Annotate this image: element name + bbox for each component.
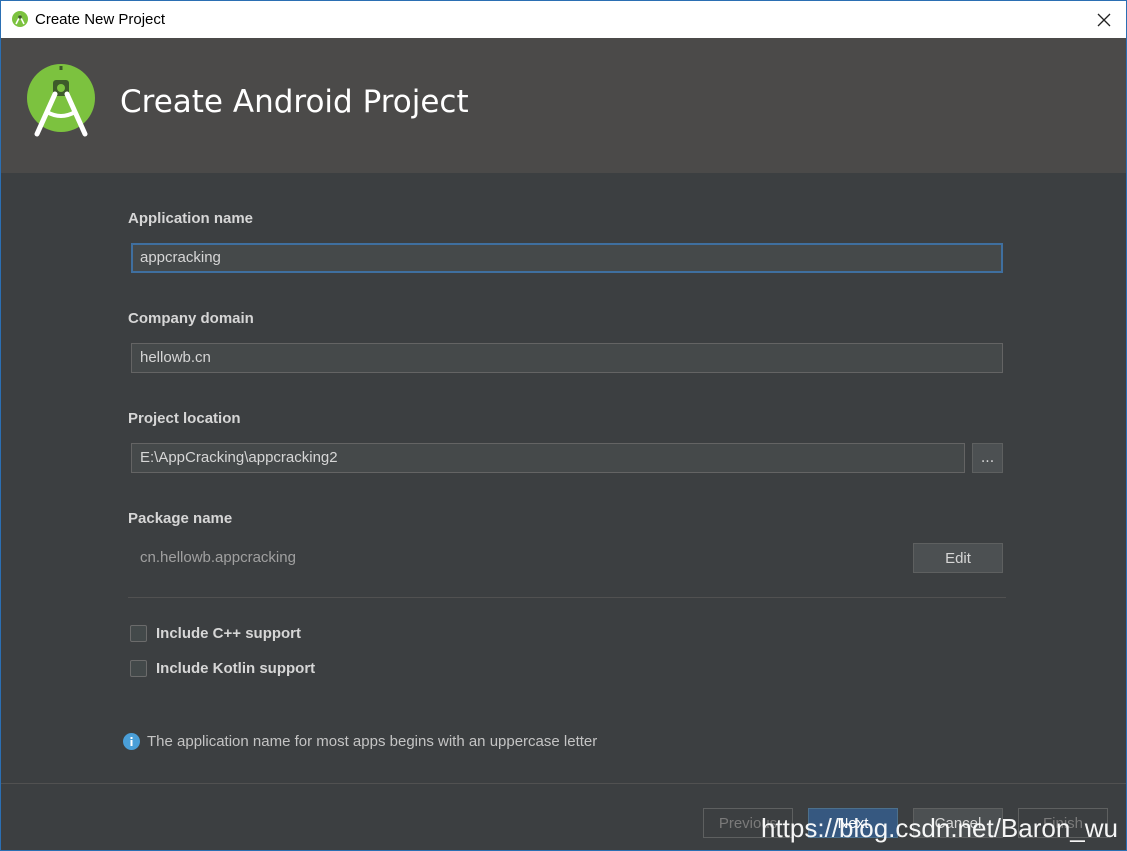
package-name-label: Package name xyxy=(128,510,233,527)
browse-button[interactable]: ... xyxy=(972,443,1003,473)
cancel-button[interactable]: Cancel xyxy=(913,808,1003,838)
form-area: Application name appcracking Company dom… xyxy=(1,173,1126,783)
cpp-support-checkbox[interactable] xyxy=(130,625,147,642)
page-title: Create Android Project xyxy=(120,84,469,120)
app-name-input[interactable]: appcracking xyxy=(131,243,1003,273)
button-bar: Previous Next Cancel Finish xyxy=(1,783,1126,850)
next-button[interactable]: Next xyxy=(808,808,898,838)
kotlin-support-checkbox[interactable] xyxy=(130,660,147,677)
info-icon xyxy=(123,733,140,750)
info-message: The application name for most apps begin… xyxy=(123,733,597,750)
android-studio-icon xyxy=(12,11,28,27)
divider xyxy=(128,597,1006,598)
cpp-support-label: Include C++ support xyxy=(156,625,302,642)
kotlin-support-label: Include Kotlin support xyxy=(156,660,316,677)
close-button[interactable] xyxy=(1082,1,1126,38)
info-text: The application name for most apps begin… xyxy=(147,733,598,750)
dialog-window: Create New Project Create Android Projec… xyxy=(0,0,1127,851)
app-name-label: Application name xyxy=(128,210,254,227)
project-location-label: Project location xyxy=(128,410,241,427)
window-title: Create New Project xyxy=(35,11,166,28)
company-domain-input[interactable]: hellowb.cn xyxy=(131,343,1003,373)
edit-package-button[interactable]: Edit xyxy=(913,543,1003,573)
project-location-input[interactable]: E:\AppCracking\appcracking2 xyxy=(131,443,965,473)
company-domain-label: Company domain xyxy=(128,310,254,327)
previous-button[interactable]: Previous xyxy=(703,808,793,838)
android-studio-logo xyxy=(27,64,95,137)
kotlin-support-option[interactable]: Include Kotlin support xyxy=(130,660,315,677)
close-icon xyxy=(1097,13,1111,26)
title-bar: Create New Project xyxy=(1,1,1126,38)
package-name-value: cn.hellowb.appcracking xyxy=(140,549,296,566)
cpp-support-option[interactable]: Include C++ support xyxy=(130,625,301,642)
header-banner: Create Android Project xyxy=(1,38,1126,173)
finish-button[interactable]: Finish xyxy=(1018,808,1108,838)
